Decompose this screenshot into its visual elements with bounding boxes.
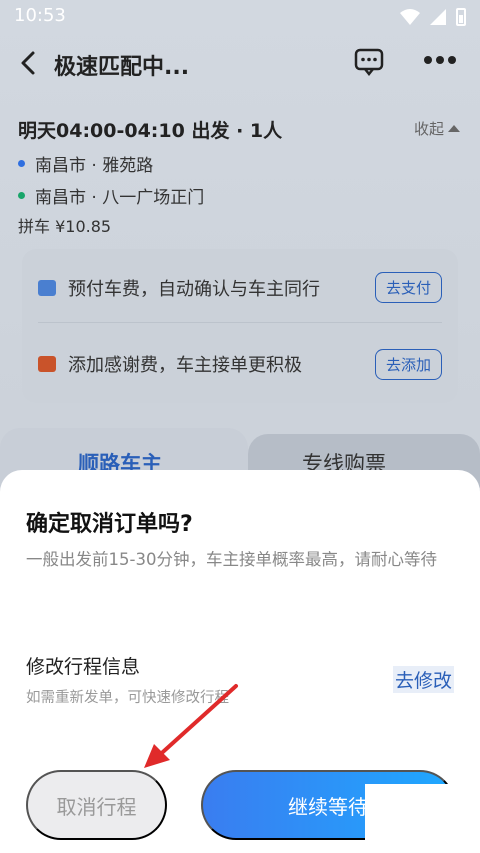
cancel-trip-button[interactable]: 取消行程: [26, 770, 167, 840]
page-title: 极速匹配中...: [54, 55, 190, 80]
price: 拼车 ¥10.85: [18, 217, 112, 236]
prepay-row: 预付车费，自动确认与车主同行 去支付: [38, 253, 442, 323]
origin: 南昌市 · 雅苑路: [18, 151, 153, 176]
card-payment-icon: [38, 279, 56, 296]
destination-text: 南昌市 · 八一广场正门: [35, 188, 205, 208]
destination: 南昌市 · 八一广场正门: [18, 183, 204, 208]
nav-bar: 极速匹配中...: [0, 38, 480, 88]
caret-up-icon: [448, 125, 460, 132]
origin-text: 南昌市 · 雅苑路: [35, 156, 154, 176]
trip-time: 明天04:00-04:10 出发 · 1人: [18, 120, 283, 142]
collapse-label: 收起: [413, 120, 444, 138]
destination-dot-icon: [18, 192, 25, 199]
wifi-icon: [400, 9, 420, 25]
add-tip-button[interactable]: 去添加: [374, 348, 442, 380]
sheet-title: 确定取消订单吗?: [26, 512, 193, 537]
edit-trip-link[interactable]: 去修改: [392, 666, 454, 693]
origin-dot-icon: [18, 160, 25, 167]
annotation-arrow-icon: [144, 684, 238, 768]
pay-button[interactable]: 去支付: [374, 272, 442, 303]
tip-row: 添加感谢费，车主接单更积极 去添加: [38, 329, 442, 399]
collapse-toggle[interactable]: 收起: [414, 118, 460, 139]
red-envelope-icon: [38, 356, 56, 372]
overlay-block: [365, 784, 480, 853]
edit-trip-title: 修改行程信息: [26, 656, 141, 678]
battery-icon: [456, 8, 466, 26]
status-time: 10:53: [14, 5, 66, 26]
status-icons: [400, 8, 466, 26]
prepay-text: 预付车费，自动确认与车主同行: [68, 278, 320, 300]
sheet-description: 一般出发前15-30分钟，车主接单概率最高，请耐心等待: [26, 550, 437, 569]
message-icon[interactable]: [354, 48, 384, 76]
signal-icon: [430, 9, 446, 25]
more-icon[interactable]: [424, 56, 456, 66]
status-bar: 10:53: [0, 0, 480, 32]
back-arrow-icon[interactable]: [18, 50, 40, 76]
tip-text: 添加感谢费，车主接单更积极: [68, 355, 302, 376]
service-card: 预付车费，自动确认与车主同行 去支付 添加感谢费，车主接单更积极 去添加: [22, 249, 458, 403]
